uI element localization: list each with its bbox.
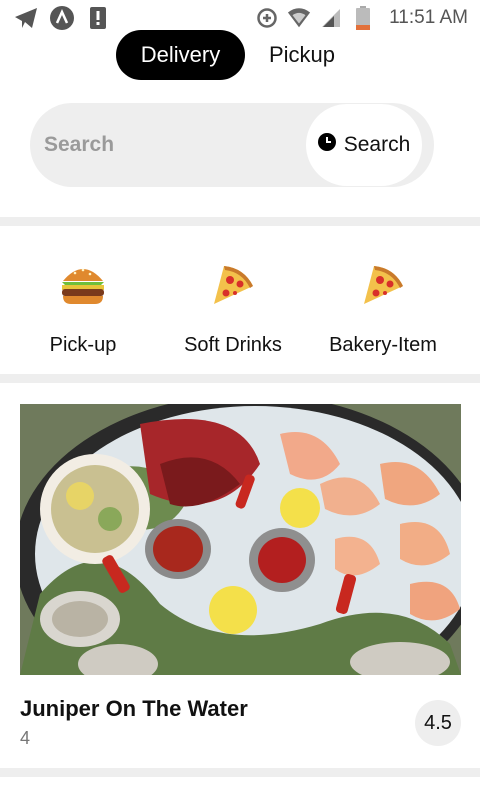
search-bar: Search: [30, 103, 434, 187]
status-time: 11:51 AM: [389, 7, 468, 28]
category-item-pick-up[interactable]: Pick-up: [8, 226, 158, 374]
divider: [0, 217, 480, 226]
restaurant-card[interactable]: Juniper On The Water 4 4.5: [20, 404, 461, 748]
category-item-bakery-item[interactable]: Bakery-Item: [308, 226, 458, 374]
battery-icon: [351, 6, 375, 30]
divider: [0, 768, 480, 777]
data-saver-icon: [255, 6, 279, 30]
restaurant-name: Juniper On The Water: [20, 696, 248, 721]
category-item-soft-drinks[interactable]: Soft Drinks: [158, 226, 308, 374]
pizza-icon: [208, 260, 258, 310]
category-label: Bakery-Item: [329, 334, 437, 356]
burger-icon: [58, 260, 108, 310]
rating-badge: 4.5: [415, 700, 461, 746]
alert-icon: [86, 6, 110, 30]
delivery-tab[interactable]: Delivery: [116, 30, 245, 80]
restaurant-image[interactable]: [20, 404, 461, 675]
pickup-tab[interactable]: Pickup: [245, 30, 359, 80]
telegram-icon: [14, 6, 38, 30]
mode-toggle: Delivery Pickup: [116, 30, 359, 80]
clock-icon: [317, 133, 336, 157]
search-button-label: Search: [343, 133, 411, 156]
pizza-icon: [358, 260, 408, 310]
category-label: Soft Drinks: [184, 334, 282, 356]
restaurant-subtitle: 4: [20, 728, 31, 748]
search-input[interactable]: [44, 125, 294, 165]
search-button[interactable]: Search: [306, 104, 422, 186]
wifi-icon: [287, 6, 311, 30]
category-list: Pick-up Soft Drinks Bakery-Item: [0, 226, 480, 374]
status-bar-right: 11:51 AM: [255, 6, 468, 30]
status-bar-left: [14, 6, 110, 30]
category-label: Pick-up: [49, 334, 117, 356]
signal-icon: [319, 6, 343, 30]
divider: [0, 374, 480, 383]
app-a-icon: [50, 6, 74, 30]
